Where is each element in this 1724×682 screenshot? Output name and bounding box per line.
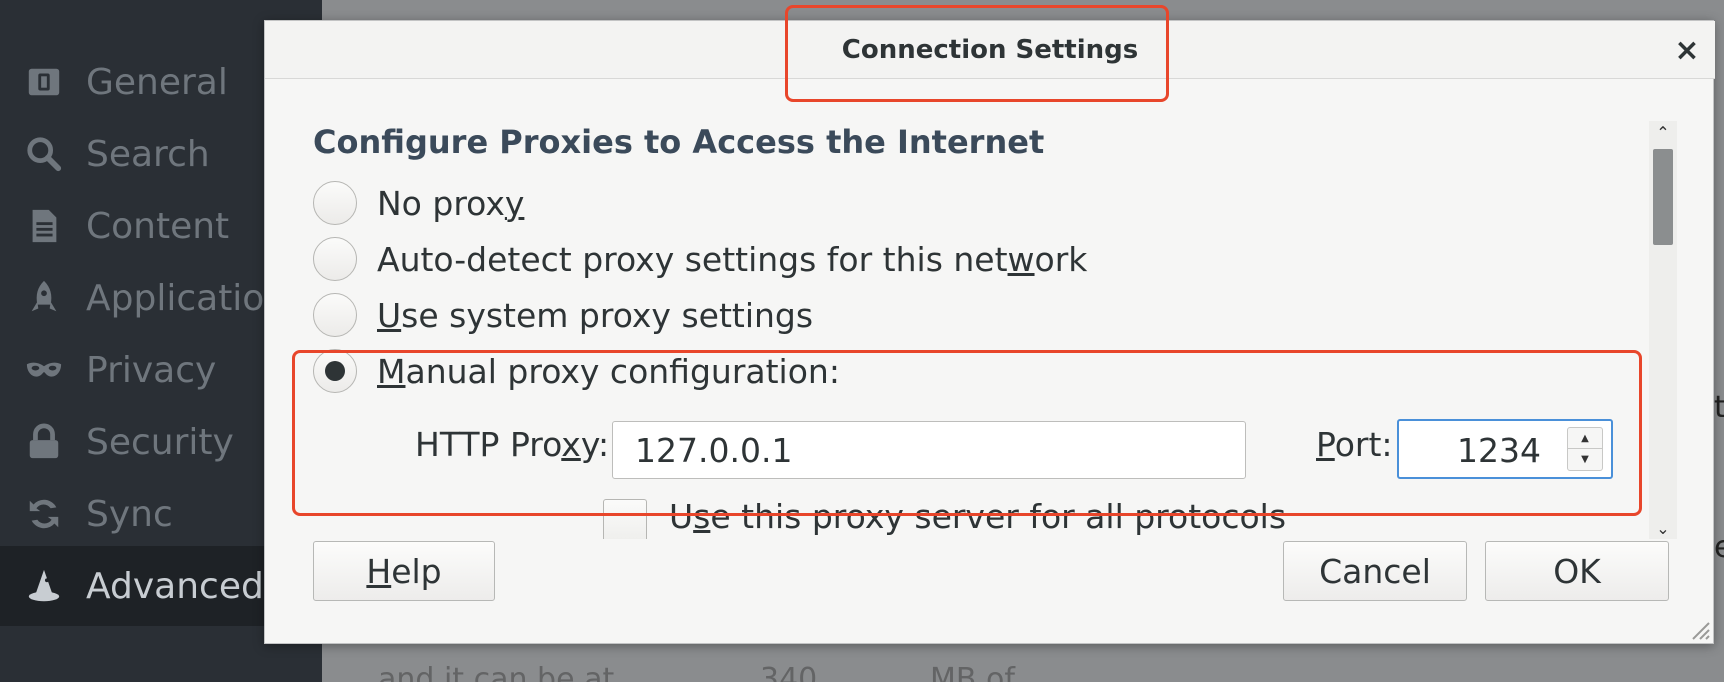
bg-cache-text: and it can be at bbox=[378, 662, 615, 682]
radio-button[interactable] bbox=[313, 237, 357, 281]
port-value: 1234 bbox=[1457, 431, 1541, 470]
bg-fragment-text: t bbox=[1714, 390, 1724, 425]
resize-grip-icon[interactable] bbox=[1687, 617, 1711, 641]
radio-no-proxy[interactable]: No proxy bbox=[313, 179, 524, 227]
radio-button[interactable] bbox=[313, 293, 357, 337]
sync-icon bbox=[24, 494, 64, 534]
scroll-down-icon[interactable]: ⌄ bbox=[1649, 517, 1677, 539]
http-proxy-label: HTTP Proxy: bbox=[415, 425, 610, 464]
cancel-button[interactable]: Cancel bbox=[1283, 541, 1467, 601]
port-input[interactable]: 1234 ▲ ▼ bbox=[1397, 419, 1613, 479]
ok-button[interactable]: OK bbox=[1485, 541, 1669, 601]
bg-fragment-text: e bbox=[1714, 530, 1724, 565]
radio-manual-proxy[interactable]: Manual proxy configuration: bbox=[313, 347, 840, 395]
scroll-up-icon[interactable]: ⌃ bbox=[1649, 121, 1677, 143]
help-button[interactable]: Help bbox=[313, 541, 495, 601]
decrement-icon[interactable]: ▼ bbox=[1568, 449, 1602, 470]
close-button[interactable]: × bbox=[1659, 21, 1715, 79]
lock-icon bbox=[24, 422, 64, 462]
all-protocols-checkbox[interactable] bbox=[603, 499, 647, 539]
mask-icon bbox=[24, 350, 64, 390]
radio-auto-detect[interactable]: Auto-detect proxy settings for this netw… bbox=[313, 235, 1087, 283]
bg-cache-unit: MB of bbox=[930, 662, 1015, 682]
radio-system-proxy[interactable]: Use system proxy settings bbox=[313, 291, 813, 339]
dialog-title: Connection Settings bbox=[841, 35, 1139, 65]
wizard-hat-icon bbox=[24, 566, 64, 606]
port-stepper[interactable]: ▲ ▼ bbox=[1567, 427, 1603, 471]
radio-label: No proxy bbox=[377, 183, 525, 223]
port-label: Port: bbox=[1316, 425, 1393, 464]
vertical-scrollbar[interactable]: ⌃ ⌄ bbox=[1649, 121, 1677, 539]
radio-label: Manual proxy configuration: bbox=[377, 351, 840, 391]
http-proxy-value: 127.0.0.1 bbox=[635, 430, 793, 470]
radio-button[interactable] bbox=[313, 181, 357, 225]
general-icon bbox=[24, 62, 64, 102]
increment-icon[interactable]: ▲ bbox=[1568, 428, 1602, 449]
search-icon bbox=[24, 134, 64, 174]
http-proxy-input[interactable]: 127.0.0.1 bbox=[612, 421, 1246, 479]
connection-settings-dialog: Connection Settings × Configure Proxies … bbox=[264, 20, 1715, 644]
bg-cache-value: 340 bbox=[760, 662, 818, 682]
radio-label: Use system proxy settings bbox=[377, 295, 814, 335]
all-protocols-label: Use this proxy server for all protocols bbox=[669, 497, 1287, 535]
close-icon: × bbox=[1674, 32, 1700, 68]
rocket-icon bbox=[24, 278, 64, 318]
radio-label: Auto-detect proxy settings for this netw… bbox=[377, 239, 1088, 279]
radio-button-selected[interactable] bbox=[313, 349, 357, 393]
dialog-titlebar[interactable]: Connection Settings × bbox=[265, 21, 1715, 79]
document-icon bbox=[24, 206, 64, 246]
section-heading: Configure Proxies to Access the Internet bbox=[313, 123, 1045, 161]
scrollbar-thumb[interactable] bbox=[1653, 149, 1673, 245]
